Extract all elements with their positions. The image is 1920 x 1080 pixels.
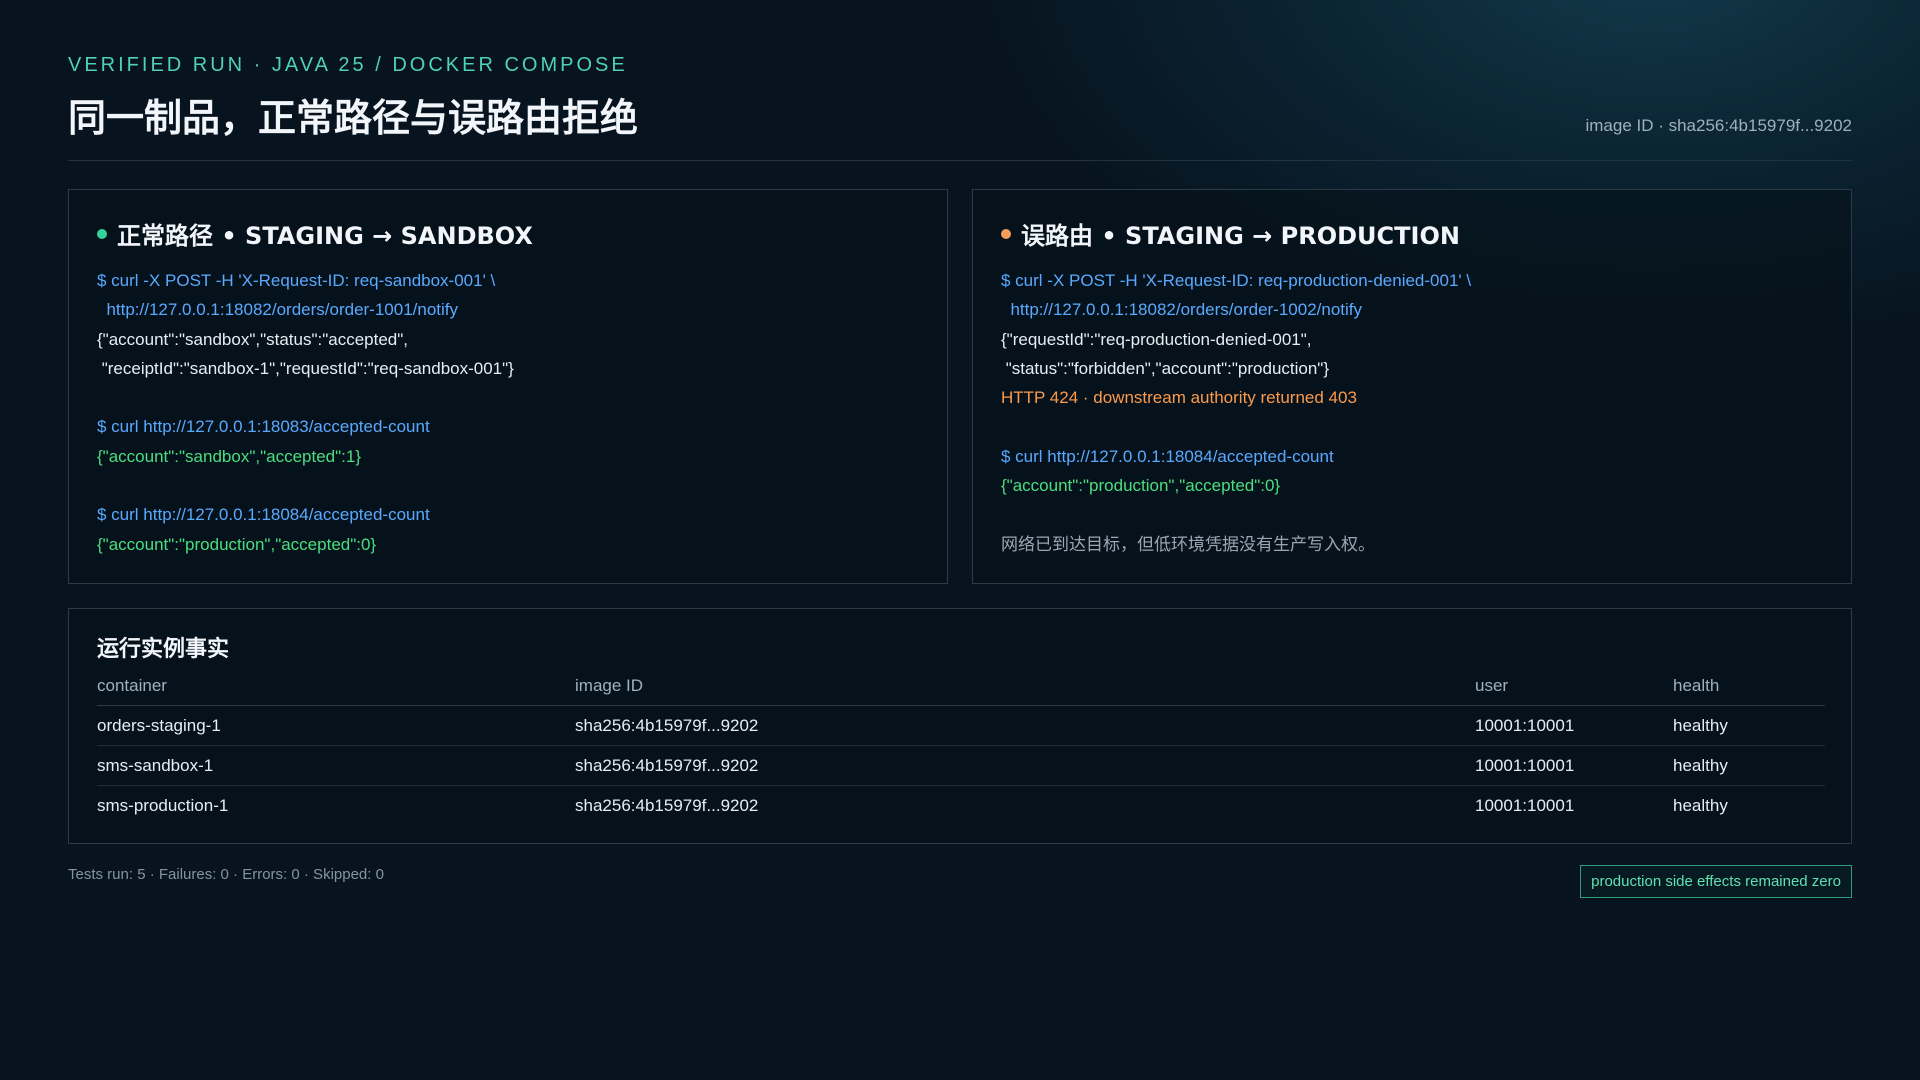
container-cell: sms-production-1 (97, 795, 229, 815)
normal-path-code-block: $ curl -X POST -H 'X-Request-ID: req-san… (97, 266, 927, 559)
image-id-cell: sha256:4b15979f...9202 (575, 795, 759, 815)
table-row: sms-production-1 sha256:4b15979f...9202 … (97, 786, 1825, 826)
container-cell: sms-sandbox-1 (97, 745, 575, 786)
warning-dot-icon (1001, 228, 1011, 239)
container-cell: orders-staging-1 (97, 705, 575, 746)
code-line: $ curl -X POST -H 'X-Request-ID: req-san… (97, 271, 496, 290)
header-divider (68, 160, 1852, 161)
column-header: user (1475, 675, 1673, 706)
normal-path-title: 正常路径 • STAGING → SANDBOX (117, 222, 533, 250)
code-line: {"account":"production","accepted":0} (97, 534, 377, 554)
page-title: 同一制品，正常路径与误路由拒绝 (68, 96, 639, 140)
test-summary: Tests run: 5 · Failures: 0 · Errors: 0 ·… (68, 866, 384, 883)
code-line: {"account":"sandbox","status":"accepted"… (97, 329, 409, 349)
code-line: "receiptId":"sandbox-1","requestId":"req… (97, 358, 514, 378)
runtime-facts-panel: 运行实例事实 container image ID user health or… (68, 608, 1852, 844)
eyebrow: VERIFIED RUN · JAVA 25 / DOCKER COMPOSE (68, 54, 628, 76)
table-row: sms-sandbox-1 sha256:4b15979f...9202 100… (97, 745, 1825, 786)
normal-path-heading: 正常路径 • STAGING → SANDBOX (97, 216, 533, 251)
table-row: orders-staging-1 sha256:4b15979f...9202 … (97, 705, 1825, 746)
misroute-panel: 误路由 • STAGING → PRODUCTION $ curl -X POS… (972, 189, 1852, 584)
column-header: health (1673, 675, 1825, 706)
misroute-title: 误路由 • STAGING → PRODUCTION (1021, 222, 1460, 250)
code-line: {"account":"sandbox","accepted":1} (97, 446, 361, 466)
table-header-row: container image ID user health (97, 675, 1825, 706)
misroute-code-block: $ curl -X POST -H 'X-Request-ID: req-pro… (1001, 266, 1831, 559)
code-line: 网络已到达目标，但低环境凭据没有生产写入权。 (1001, 534, 1375, 554)
code-line: $ curl http://127.0.0.1:18084/accepted-c… (1001, 446, 1334, 466)
normal-path-panel: 正常路径 • STAGING → SANDBOX $ curl -X POST … (68, 189, 948, 584)
code-line: $ curl http://127.0.0.1:18084/accepted-c… (97, 505, 430, 525)
image-id-cell: sha256:4b15979f...9202 (575, 745, 1475, 786)
code-line: http://127.0.0.1:18082/orders/order-1001… (97, 300, 459, 320)
image-id-cell: sha256:4b15979f...9202 (575, 705, 1475, 746)
user-cell: 10001:10001 (1475, 745, 1673, 786)
health-cell: healthy (1673, 745, 1825, 786)
facts-table: container image ID user health orders-st… (97, 675, 1825, 825)
column-header: image ID (575, 675, 1475, 706)
image-id-label: image ID · sha256:4b15979f...9202 (1585, 116, 1852, 135)
misroute-heading: 误路由 • STAGING → PRODUCTION (1001, 216, 1460, 251)
code-line: $ curl http://127.0.0.1:18083/accepted-c… (97, 417, 430, 437)
health-cell: healthy (1673, 705, 1825, 746)
status-badge: production side effects remained zero (1580, 865, 1852, 898)
column-header: container (97, 675, 575, 706)
facts-title: 运行实例事实 (97, 637, 230, 662)
health-cell: healthy (1673, 795, 1728, 815)
code-line: {"account":"production","accepted":0} (1001, 476, 1281, 496)
code-line: $ curl -X POST -H 'X-Request-ID: req-pro… (1001, 271, 1472, 290)
status-dot-icon (97, 228, 107, 239)
user-cell: 10001:10001 (1475, 795, 1575, 815)
user-cell: 10001:10001 (1475, 705, 1673, 746)
code-line: http://127.0.0.1:18082/orders/order-1002… (1001, 300, 1363, 320)
code-line: HTTP 424 · downstream authority returned… (1001, 388, 1357, 408)
code-line: {"requestId":"req-production-denied-001"… (1001, 329, 1312, 349)
code-line: "status":"forbidden","account":"producti… (1001, 358, 1330, 378)
header: VERIFIED RUN · JAVA 25 / DOCKER COMPOSE … (68, 54, 1852, 142)
